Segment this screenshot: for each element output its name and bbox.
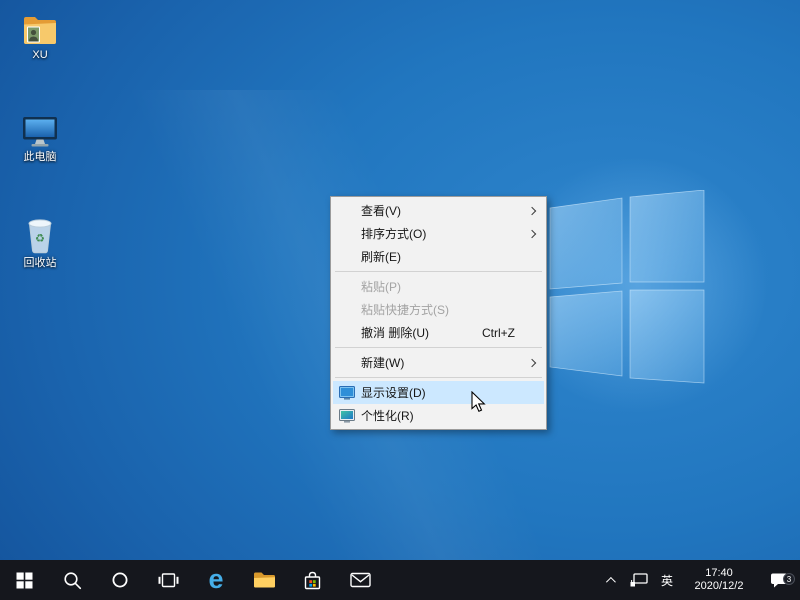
network-icon <box>630 573 648 588</box>
store-icon <box>303 570 322 591</box>
edge-icon: e <box>208 566 223 593</box>
cortana-button[interactable] <box>96 560 144 600</box>
desktop-icon-label: 回收站 <box>24 257 57 270</box>
menu-item-icon-slot <box>333 222 361 245</box>
menu-item-shortcut: Ctrl+Z <box>482 326 515 340</box>
search-icon <box>63 571 82 590</box>
recycle-bin-icon: ♻ <box>21 218 59 254</box>
clock-time: 17:40 <box>705 567 733 580</box>
system-tray: 英 17:40 2020/12/2 3 <box>594 560 800 600</box>
task-view-icon <box>158 573 179 588</box>
menu-item-new[interactable]: 新建(W) <box>333 351 544 374</box>
menu-separator <box>335 377 542 378</box>
menu-item-paste[interactable]: 粘贴(P) <box>333 275 544 298</box>
ime-indicator[interactable]: 英 <box>654 560 680 600</box>
start-button[interactable] <box>0 560 48 600</box>
menu-item-sort-by[interactable]: 排序方式(O) <box>333 222 544 245</box>
menu-separator <box>335 347 542 348</box>
tray-expand-button[interactable] <box>594 560 624 600</box>
desktop-icon-label: XU <box>32 49 47 62</box>
desktop[interactable]: XU 此电脑 ♻ <box>0 0 800 560</box>
submenu-arrow-icon <box>527 229 535 237</box>
cortana-icon <box>111 571 129 589</box>
menu-item-icon-slot <box>333 199 361 222</box>
search-button[interactable] <box>48 560 96 600</box>
menu-item-paste-shortcut[interactable]: 粘贴快捷方式(S) <box>333 298 544 321</box>
menu-item-refresh[interactable]: 刷新(E) <box>333 245 544 268</box>
taskbar: e <box>0 560 800 600</box>
windows-logo-icon <box>546 190 706 386</box>
menu-item-icon-slot <box>333 351 361 374</box>
edge-button[interactable]: e <box>192 560 240 600</box>
file-explorer-icon <box>253 571 276 589</box>
mail-icon <box>350 572 371 588</box>
personalization-icon <box>339 409 355 423</box>
submenu-arrow-icon <box>527 358 535 366</box>
menu-item-icon-slot <box>333 321 361 344</box>
file-explorer-button[interactable] <box>240 560 288 600</box>
taskbar-clock[interactable]: 17:40 2020/12/2 <box>680 560 758 600</box>
menu-item-undo-delete[interactable]: 撤消 删除(U) Ctrl+Z <box>333 321 544 344</box>
menu-separator <box>335 271 542 272</box>
menu-item-personalize[interactable]: 个性化(R) <box>333 404 544 427</box>
desktop-icon-label: 此电脑 <box>24 151 57 164</box>
svg-text:♻: ♻ <box>35 233 45 245</box>
network-tray-button[interactable] <box>624 560 654 600</box>
mouse-cursor-icon <box>471 391 487 413</box>
desktop-icon-recycle-bin[interactable]: ♻ 回收站 <box>12 218 68 270</box>
ime-language-label: 英 <box>661 572 673 589</box>
clock-date: 2020/12/2 <box>695 580 744 593</box>
mail-button[interactable] <box>336 560 384 600</box>
store-button[interactable] <box>288 560 336 600</box>
this-pc-icon <box>21 112 59 148</box>
menu-item-icon-slot <box>333 298 361 321</box>
desktop-icon-xu[interactable]: XU <box>12 10 68 62</box>
chevron-up-icon <box>605 576 615 586</box>
windows-start-icon <box>16 572 33 589</box>
context-menu: 查看(V) 排序方式(O) 刷新(E) 粘贴(P) 粘贴快捷方式(S) 撤消 删… <box>330 196 547 430</box>
submenu-arrow-icon <box>527 206 535 214</box>
task-view-button[interactable] <box>144 560 192 600</box>
display-settings-icon <box>339 386 355 400</box>
menu-item-icon-slot <box>333 275 361 298</box>
notification-button[interactable]: 3 <box>758 560 800 600</box>
menu-item-icon-slot <box>333 245 361 268</box>
menu-item-display-settings[interactable]: 显示设置(D) <box>333 381 544 404</box>
user-folder-icon <box>21 10 59 46</box>
desktop-icon-this-pc[interactable]: 此电脑 <box>12 112 68 164</box>
notification-count-badge: 3 <box>783 573 795 585</box>
menu-item-view[interactable]: 查看(V) <box>333 199 544 222</box>
